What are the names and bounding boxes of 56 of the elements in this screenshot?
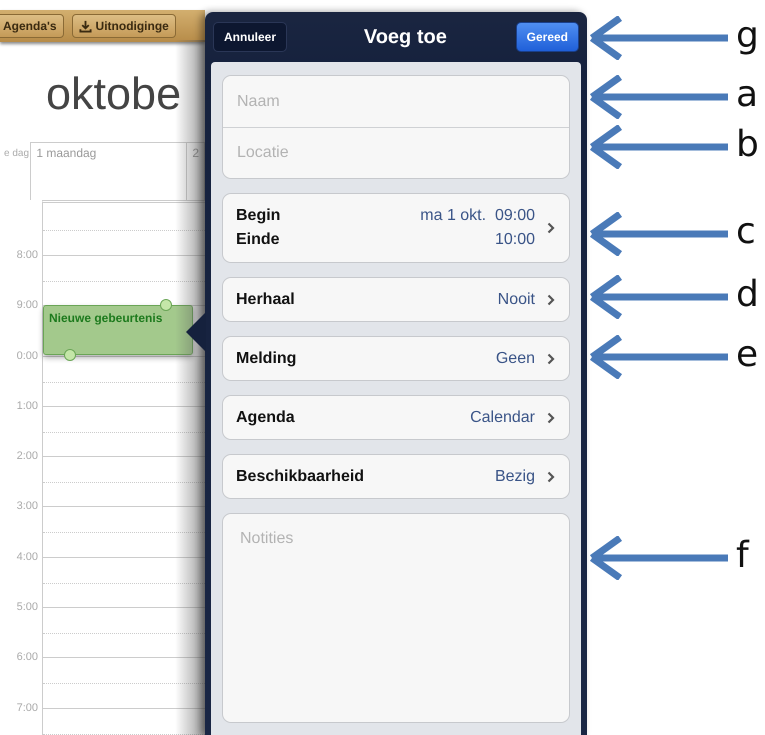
download-icon [78,20,92,32]
hour-label: 5:00 [16,600,39,614]
all-day-label: e dag [3,147,30,161]
chevron-icon [547,222,555,234]
row-value: Bezig [494,468,535,486]
settings-row[interactable]: Beschikbaarheid Bezig [222,454,570,499]
row-label: Agenda [236,408,295,426]
settings-row[interactable]: Melding Geen [222,336,570,381]
chevron-icon [547,294,555,306]
row-value: Calendar [469,408,535,426]
text-field[interactable]: Locatie [223,127,569,178]
text-field[interactable]: Naam [223,76,569,127]
popover-title: Voeg toe [364,26,447,48]
done-button[interactable]: Gereed [516,22,579,52]
row-label: Einde [236,231,280,249]
annotation-letter: e [736,337,758,373]
field-group[interactable]: Naam Locatie [222,75,570,179]
hour-label: 8:00 [16,248,39,262]
resize-handle[interactable] [64,349,76,361]
hour-label: 3:00 [16,499,39,514]
hour-label: 4:00 [16,550,39,564]
resize-handle[interactable] [160,299,172,311]
chevron-icon [547,412,555,424]
toolbar-button[interactable]: Agenda's [0,14,64,38]
chevron-icon [547,352,555,364]
annotation-letter: d [736,277,759,313]
row-value: Geen [494,350,535,368]
annotation-letter: c [736,214,756,250]
hour-label: 6:00 [16,650,39,664]
toolbar-button[interactable]: Uitnodiginge [72,14,176,38]
annotation-letter: b [736,127,759,163]
day-header: 1 maandag [31,143,188,200]
hour-label: 2:00 [16,449,39,464]
notes-field[interactable]: Notities [222,513,570,723]
row-label: Melding [236,350,296,368]
chevron-icon [547,470,555,482]
hour-label: 7:00 [16,700,39,715]
cancel-button[interactable]: Annuleer [213,22,288,52]
time-row[interactable]: Begin Einde ma 1 okt. 09:00 10:00 [222,193,570,263]
row-value: Nooit [496,290,535,308]
settings-row[interactable]: Agenda Calendar [222,395,570,440]
day-header: 2 [191,145,200,162]
row-label: Beschikbaarheid [236,468,364,486]
row-label: Herhaal [236,290,295,308]
hour-label: 9:00 [16,298,39,312]
annotation-letter: a [736,77,758,113]
hour-label: 0:00 [16,348,39,363]
annotation-letter: f [736,538,749,574]
settings-row[interactable]: Herhaal Nooit [222,277,570,322]
popover-pointer [186,312,206,352]
annotation-letter: g [736,18,759,54]
month-title: oktobe [46,68,182,120]
row-value: 10:00 [494,231,535,249]
hour-label: 1:00 [16,398,39,413]
row-value: ma 1 okt. 09:00 [420,207,535,225]
row-label: Begin [236,207,280,225]
